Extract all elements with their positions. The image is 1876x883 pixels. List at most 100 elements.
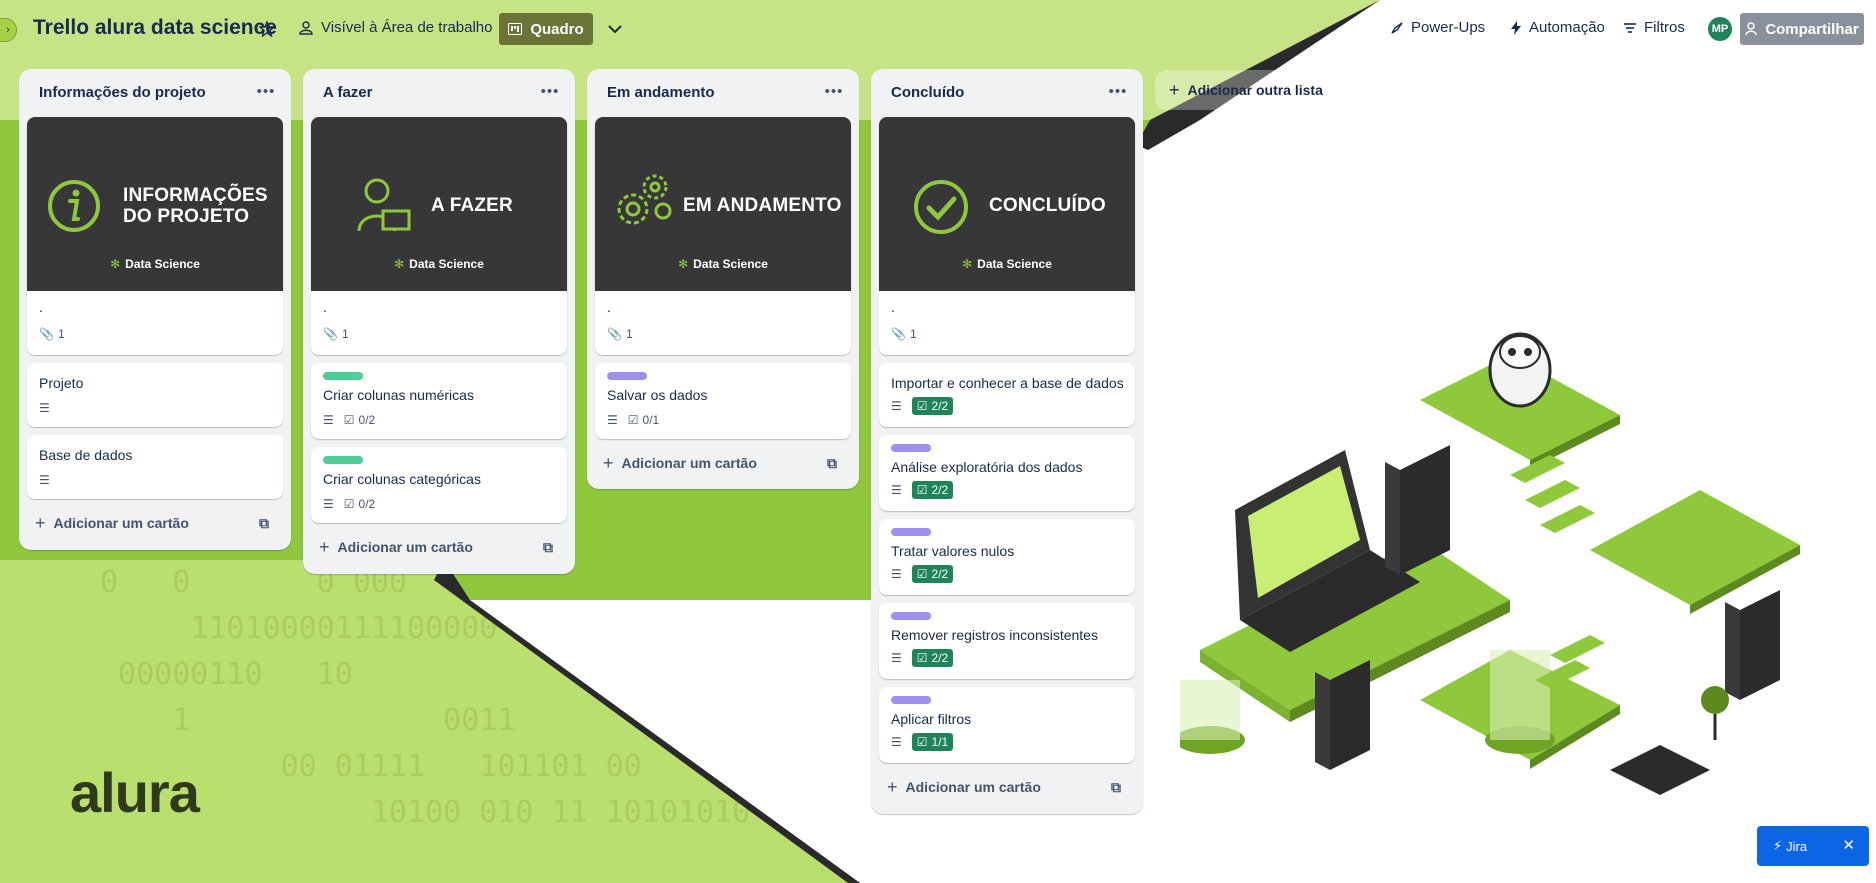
cover-brand: ✻ Data Science	[394, 257, 484, 271]
card-title: .	[39, 299, 43, 315]
card-badges: ☰ ☑ 2/2	[891, 397, 954, 415]
add-card-button[interactable]: + Adicionar um cartão ⧉	[595, 447, 851, 479]
card-analise-exploratoria[interactable]: Análise exploratória dos dados ☰ ☑ 2/2	[879, 435, 1135, 511]
more-icon: •••	[1108, 82, 1128, 100]
card-label-purple	[891, 444, 931, 452]
checklist-badge: ☑ 0/2	[343, 413, 376, 427]
card-aplicar-filtros[interactable]: Aplicar filtros ☰ ☑ 1/1	[879, 687, 1135, 763]
description-icon: ☰	[891, 735, 902, 749]
alura-logo: alura	[70, 761, 200, 824]
card-remover-registros[interactable]: Remover registros inconsistentes ☰ ☑ 2/2	[879, 603, 1135, 679]
jira-widget[interactable]: ⚡ Jira ✕	[1757, 826, 1869, 866]
powerups-button[interactable]: Power-Ups	[1390, 19, 1485, 36]
list-menu-button[interactable]: •••	[537, 79, 563, 103]
automation-label: Automação	[1529, 19, 1605, 36]
attachment-badge: 📎 1	[607, 327, 633, 341]
board-icon	[508, 23, 523, 35]
plus-icon: +	[603, 452, 614, 473]
description-icon: ☰	[39, 401, 50, 415]
card-label-purple	[891, 528, 931, 536]
template-icon[interactable]: ⧉	[827, 455, 837, 472]
close-icon[interactable]: ✕	[1842, 836, 1855, 854]
card-salvar-os-dados[interactable]: Salvar os dados ☰ ☑ 0/1	[595, 363, 851, 439]
paperclip-icon: 📎	[891, 327, 906, 341]
card-label-green	[323, 372, 363, 380]
list-title[interactable]: Em andamento	[607, 84, 715, 101]
card-title: .	[323, 299, 327, 315]
view-switcher-button[interactable]	[602, 17, 628, 41]
list-menu-button[interactable]: •••	[253, 79, 279, 103]
template-icon[interactable]: ⧉	[543, 539, 553, 556]
add-card-button[interactable]: + Adicionar um cartão ⧉	[879, 771, 1135, 803]
star-button[interactable]	[255, 17, 279, 41]
list-title[interactable]: Concluído	[891, 84, 964, 101]
list-menu-button[interactable]: •••	[1105, 79, 1131, 103]
jira-label: Jira	[1786, 838, 1808, 854]
card-criar-colunas-numericas[interactable]: Criar colunas numéricas ☰ ☑ 0/2	[311, 363, 567, 439]
checklist-badge: ☑ 0/2	[343, 497, 376, 511]
card-tratar-valores-nulos[interactable]: Tratar valores nulos ☰ ☑ 2/2	[879, 519, 1135, 595]
card-label-purple	[891, 612, 931, 620]
card-cover-image: A FAZER ✻ Data Science	[311, 117, 567, 291]
list-title[interactable]: Informações do projeto	[39, 84, 206, 101]
cover-card[interactable]: CONCLUÍDO ✻ Data Science . 📎 1	[879, 117, 1135, 355]
filters-button[interactable]: Filtros	[1623, 19, 1685, 36]
board-title[interactable]: Trello alura data science	[33, 16, 277, 40]
atom-icon: ✻	[962, 257, 973, 271]
card-badges: ☰ ☑ 1/1	[891, 733, 954, 751]
card-title: Análise exploratória dos dados	[891, 459, 1083, 475]
board-view-button[interactable]: Quadro	[499, 13, 593, 45]
data-center-illustration	[1180, 332, 1800, 795]
list-menu-button[interactable]: •••	[821, 79, 847, 103]
plus-icon: +	[887, 776, 898, 797]
filters-label: Filtros	[1644, 19, 1685, 36]
more-icon: •••	[824, 82, 844, 100]
share-label: Compartilhar	[1765, 20, 1859, 38]
checkbox-icon: ☑	[916, 399, 928, 413]
card-importar-e-conhecer[interactable]: Importar e conhecer a base de dados ☰ ☑ 2…	[879, 363, 1135, 427]
cover-brand: ✻ Data Science	[678, 257, 768, 271]
template-icon[interactable]: ⧉	[1111, 779, 1121, 796]
checkbox-icon: ☑	[916, 651, 928, 665]
card-title: Tratar valores nulos	[891, 543, 1015, 559]
automation-button[interactable]: Automação	[1510, 19, 1605, 36]
people-icon	[299, 20, 313, 35]
list-concluido: Concluído ••• CONCLUÍDO ✻ Data Science . …	[871, 69, 1143, 814]
visibility-button[interactable]: Visível à Área de trabalho	[298, 19, 493, 36]
card-badges: 📎 1	[323, 327, 349, 341]
card-badges: 📎 1	[891, 327, 917, 341]
list-informacoes-do-projeto: Informações do projeto ••• INFORMAÇÕES DO…	[19, 69, 291, 550]
sidebar-expand-button[interactable]: ›	[0, 18, 17, 42]
cover-card[interactable]: EM ANDAMENTO ✻ Data Science . 📎 1	[595, 117, 851, 355]
chevron-right-icon: ›	[6, 24, 10, 36]
checklist-complete-badge: ☑ 1/1	[911, 733, 954, 751]
card-projeto[interactable]: Projeto ☰	[27, 363, 283, 427]
card-criar-colunas-categoricas[interactable]: Criar colunas categóricas ☰ ☑ 0/2	[311, 447, 567, 523]
add-list-button[interactable]: + Adicionar outra lista	[1155, 70, 1427, 110]
card-base-de-dados[interactable]: Base de dados ☰	[27, 435, 283, 499]
description-icon: ☰	[891, 567, 902, 581]
share-button[interactable]: Compartilhar	[1740, 13, 1864, 45]
cover-heading: INFORMAÇÕES DO PROJETO	[123, 185, 268, 227]
cover-card[interactable]: INFORMAÇÕES DO PROJETO ✻ Data Science . 📎 1	[27, 117, 283, 355]
checkbox-icon: ☑	[343, 413, 355, 427]
card-badges: ☰	[39, 473, 50, 487]
description-icon: ☰	[323, 413, 334, 427]
card-badges: ☰ ☑ 2/2	[891, 565, 954, 583]
add-member-icon	[1745, 22, 1758, 36]
more-icon: •••	[256, 82, 276, 100]
list-em-andamento: Em andamento ••• EM ANDAMENTO ✻ Data Scie…	[587, 69, 859, 489]
list-title[interactable]: A fazer	[323, 84, 372, 101]
add-card-button[interactable]: + Adicionar um cartão ⧉	[27, 507, 283, 539]
add-card-button[interactable]: + Adicionar um cartão ⧉	[311, 531, 567, 563]
cover-heading: A FAZER	[431, 195, 513, 216]
plus-icon: +	[319, 536, 330, 557]
member-avatar[interactable]: MP	[1706, 15, 1734, 43]
card-label-purple	[891, 696, 931, 704]
card-title: Criar colunas categóricas	[323, 471, 481, 487]
card-label-purple	[607, 372, 647, 380]
jira-icon: ⚡	[1773, 838, 1783, 853]
checkbox-icon: ☑	[343, 497, 355, 511]
template-icon[interactable]: ⧉	[259, 515, 269, 532]
cover-card[interactable]: A FAZER ✻ Data Science . 📎 1	[311, 117, 567, 355]
